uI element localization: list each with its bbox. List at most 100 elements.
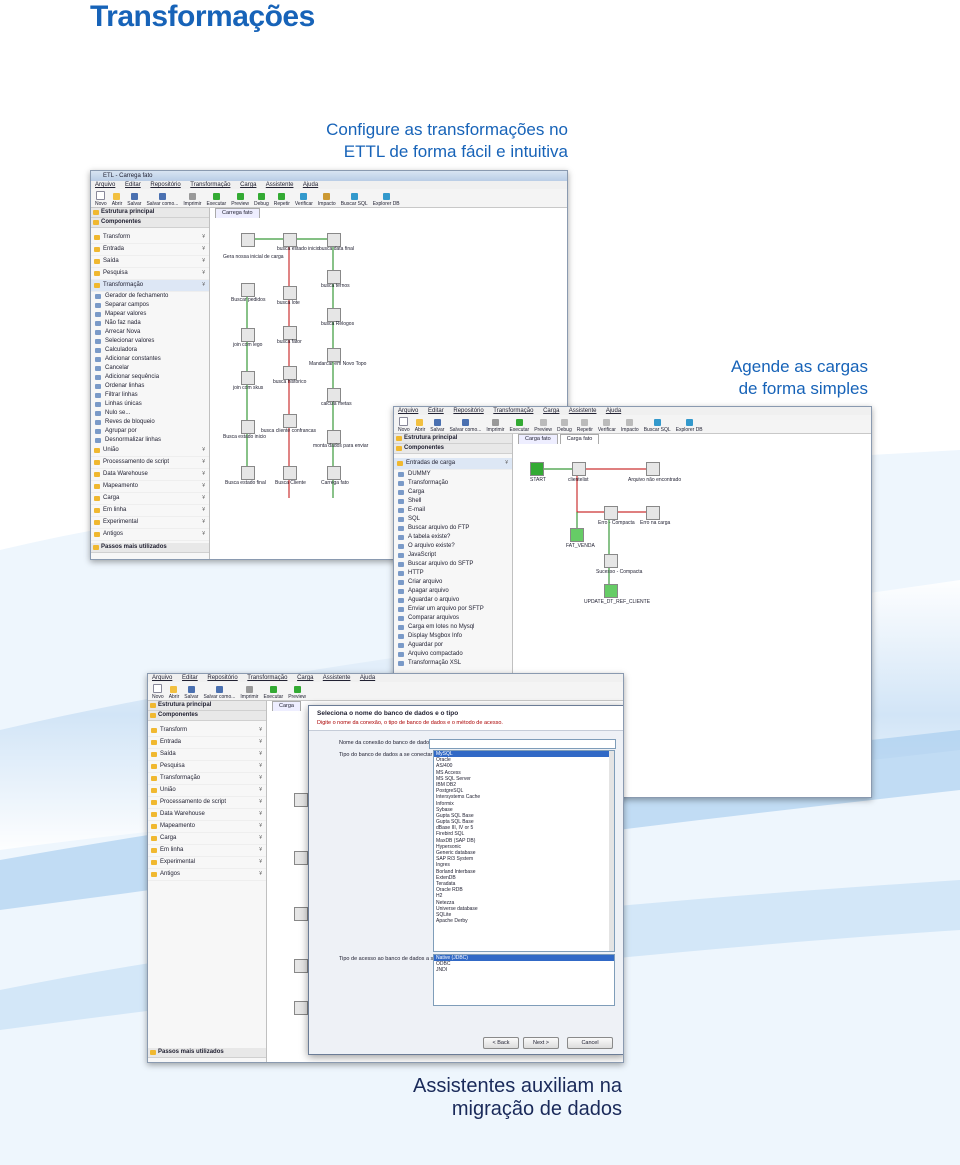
category-item[interactable]: Pesquisa — [91, 268, 209, 280]
category-item[interactable]: Transformação — [148, 773, 266, 785]
mail-node[interactable] — [646, 506, 660, 520]
step-node[interactable] — [241, 420, 255, 434]
most-used-steps[interactable]: Passos mais utilizados — [148, 1048, 266, 1058]
step-item[interactable]: Adicionar constantes — [91, 355, 209, 364]
impact-button[interactable]: Impacto — [318, 193, 336, 207]
job-entry[interactable]: Apagar arquivo — [394, 587, 512, 596]
category-item[interactable]: Saída — [148, 749, 266, 761]
category-item[interactable]: Transformação — [91, 280, 209, 292]
step-node[interactable] — [283, 414, 297, 428]
category-item[interactable]: Carga — [148, 833, 266, 845]
category-item[interactable]: Data Warehouse — [91, 469, 209, 481]
save-button[interactable]: Salvar — [127, 193, 141, 207]
step-node[interactable] — [283, 286, 297, 300]
step-node[interactable] — [604, 554, 618, 568]
category-item[interactable]: Antigos — [148, 869, 266, 881]
category-item[interactable]: União — [91, 445, 209, 457]
menu-transformacao[interactable]: Transformação — [190, 182, 230, 188]
step-node[interactable] — [604, 506, 618, 520]
step-node[interactable] — [327, 430, 341, 444]
verify-button[interactable]: Verificar — [295, 193, 313, 207]
job-entry[interactable]: Criar arquivo — [394, 578, 512, 587]
job-entry[interactable]: Buscar arquivo do SFTP — [394, 560, 512, 569]
step-item[interactable]: Reves de bloqueio — [91, 418, 209, 427]
cancel-button[interactable]: Cancel — [567, 1037, 613, 1049]
menu-assistente[interactable]: Assistente — [323, 675, 351, 681]
job-entry[interactable]: SQL — [394, 515, 512, 524]
replay-button[interactable]: Repetir — [577, 419, 593, 433]
menu-arquivo[interactable]: Arquivo — [95, 182, 115, 188]
menu-editar[interactable]: Editar — [182, 675, 198, 681]
step-node[interactable] — [572, 462, 586, 476]
step-item[interactable]: Mapear valores — [91, 310, 209, 319]
step-item[interactable]: Linhas únicas — [91, 400, 209, 409]
job-entry[interactable]: Display Msgbox Info — [394, 632, 512, 641]
step-node[interactable] — [241, 328, 255, 342]
menu-ajuda[interactable]: Ajuda — [303, 182, 318, 188]
category-item[interactable]: Entradas de carga — [394, 458, 512, 470]
connection-name-input[interactable] — [429, 739, 616, 749]
step-item[interactable]: Nulo se... — [91, 409, 209, 418]
start-node[interactable] — [530, 462, 544, 476]
debug-button[interactable]: Debug — [557, 419, 572, 433]
category-item[interactable]: Data Warehouse — [148, 809, 266, 821]
step-node[interactable] — [283, 466, 297, 480]
category-item[interactable]: Carga — [91, 493, 209, 505]
category-item[interactable]: Mapeamento — [91, 481, 209, 493]
step-node[interactable] — [327, 348, 341, 362]
job-entry[interactable]: Enviar um arquivo por SFTP — [394, 605, 512, 614]
open-button[interactable]: Abrir — [169, 686, 179, 700]
step-node[interactable] — [327, 388, 341, 402]
step-node[interactable] — [294, 851, 308, 865]
components-header[interactable]: Componentes — [394, 444, 512, 454]
category-item[interactable]: Experimental — [91, 517, 209, 529]
step-node[interactable] — [283, 233, 297, 247]
print-button[interactable]: Imprimir — [486, 419, 504, 433]
category-item[interactable]: Processamento de script — [148, 797, 266, 809]
job-entry[interactable]: JavaScript — [394, 551, 512, 560]
step-node[interactable] — [294, 907, 308, 921]
step-node[interactable] — [327, 308, 341, 322]
job-entry[interactable]: Shell — [394, 497, 512, 506]
menu-repositorio[interactable]: Repositório — [453, 408, 483, 414]
debug-button[interactable]: Debug — [254, 193, 269, 207]
new-button[interactable]: Novo — [152, 684, 164, 700]
replay-button[interactable]: Repetir — [274, 193, 290, 207]
category-item[interactable]: Entrada — [91, 244, 209, 256]
menu-transformacao[interactable]: Transformação — [247, 675, 287, 681]
job-entry[interactable]: A tabela existe? — [394, 533, 512, 542]
sql-button[interactable]: Buscar SQL — [341, 193, 368, 207]
menu-repositorio[interactable]: Repositório — [207, 675, 237, 681]
explorer-db-button[interactable]: Explorer DB — [676, 419, 703, 433]
step-node[interactable] — [241, 233, 255, 247]
db-type-list[interactable]: MySQL Oracle AS/400 MS Access MS SQL Ser… — [433, 750, 615, 952]
run-button[interactable]: Executar — [206, 193, 226, 207]
run-button[interactable]: Executar — [263, 686, 283, 700]
db-type-option[interactable]: Apache Derby — [434, 918, 614, 924]
tab-carga[interactable]: Carga — [272, 701, 301, 711]
step-item[interactable]: Selecionar valores — [91, 337, 209, 346]
print-button[interactable]: Imprimir — [183, 193, 201, 207]
step-node[interactable] — [241, 283, 255, 297]
job-entry[interactable]: HTTP — [394, 569, 512, 578]
step-item[interactable]: Cancelar — [91, 364, 209, 373]
category-item[interactable]: União — [148, 785, 266, 797]
job-entry[interactable]: Comparar arquivos — [394, 614, 512, 623]
menu-repositorio[interactable]: Repositório — [150, 182, 180, 188]
step-item[interactable]: Agrupar por — [91, 427, 209, 436]
job-entry[interactable]: Aguardar por — [394, 641, 512, 650]
menu-ajuda[interactable]: Ajuda — [606, 408, 621, 414]
category-item[interactable]: Em linha — [148, 845, 266, 857]
step-node[interactable] — [327, 466, 341, 480]
save-as-button[interactable]: Salvar como... — [203, 686, 235, 700]
job-entry[interactable]: Aguardar o arquivo — [394, 596, 512, 605]
step-item[interactable]: Desnormalizar linhas — [91, 436, 209, 445]
save-as-button[interactable]: Salvar como... — [146, 193, 178, 207]
step-node[interactable] — [327, 233, 341, 247]
components-header[interactable]: Componentes — [148, 711, 266, 721]
new-button[interactable]: Novo — [95, 191, 107, 207]
step-node[interactable] — [570, 528, 584, 542]
print-button[interactable]: Imprimir — [240, 686, 258, 700]
menu-arquivo[interactable]: Arquivo — [152, 675, 172, 681]
mail-node[interactable] — [646, 462, 660, 476]
